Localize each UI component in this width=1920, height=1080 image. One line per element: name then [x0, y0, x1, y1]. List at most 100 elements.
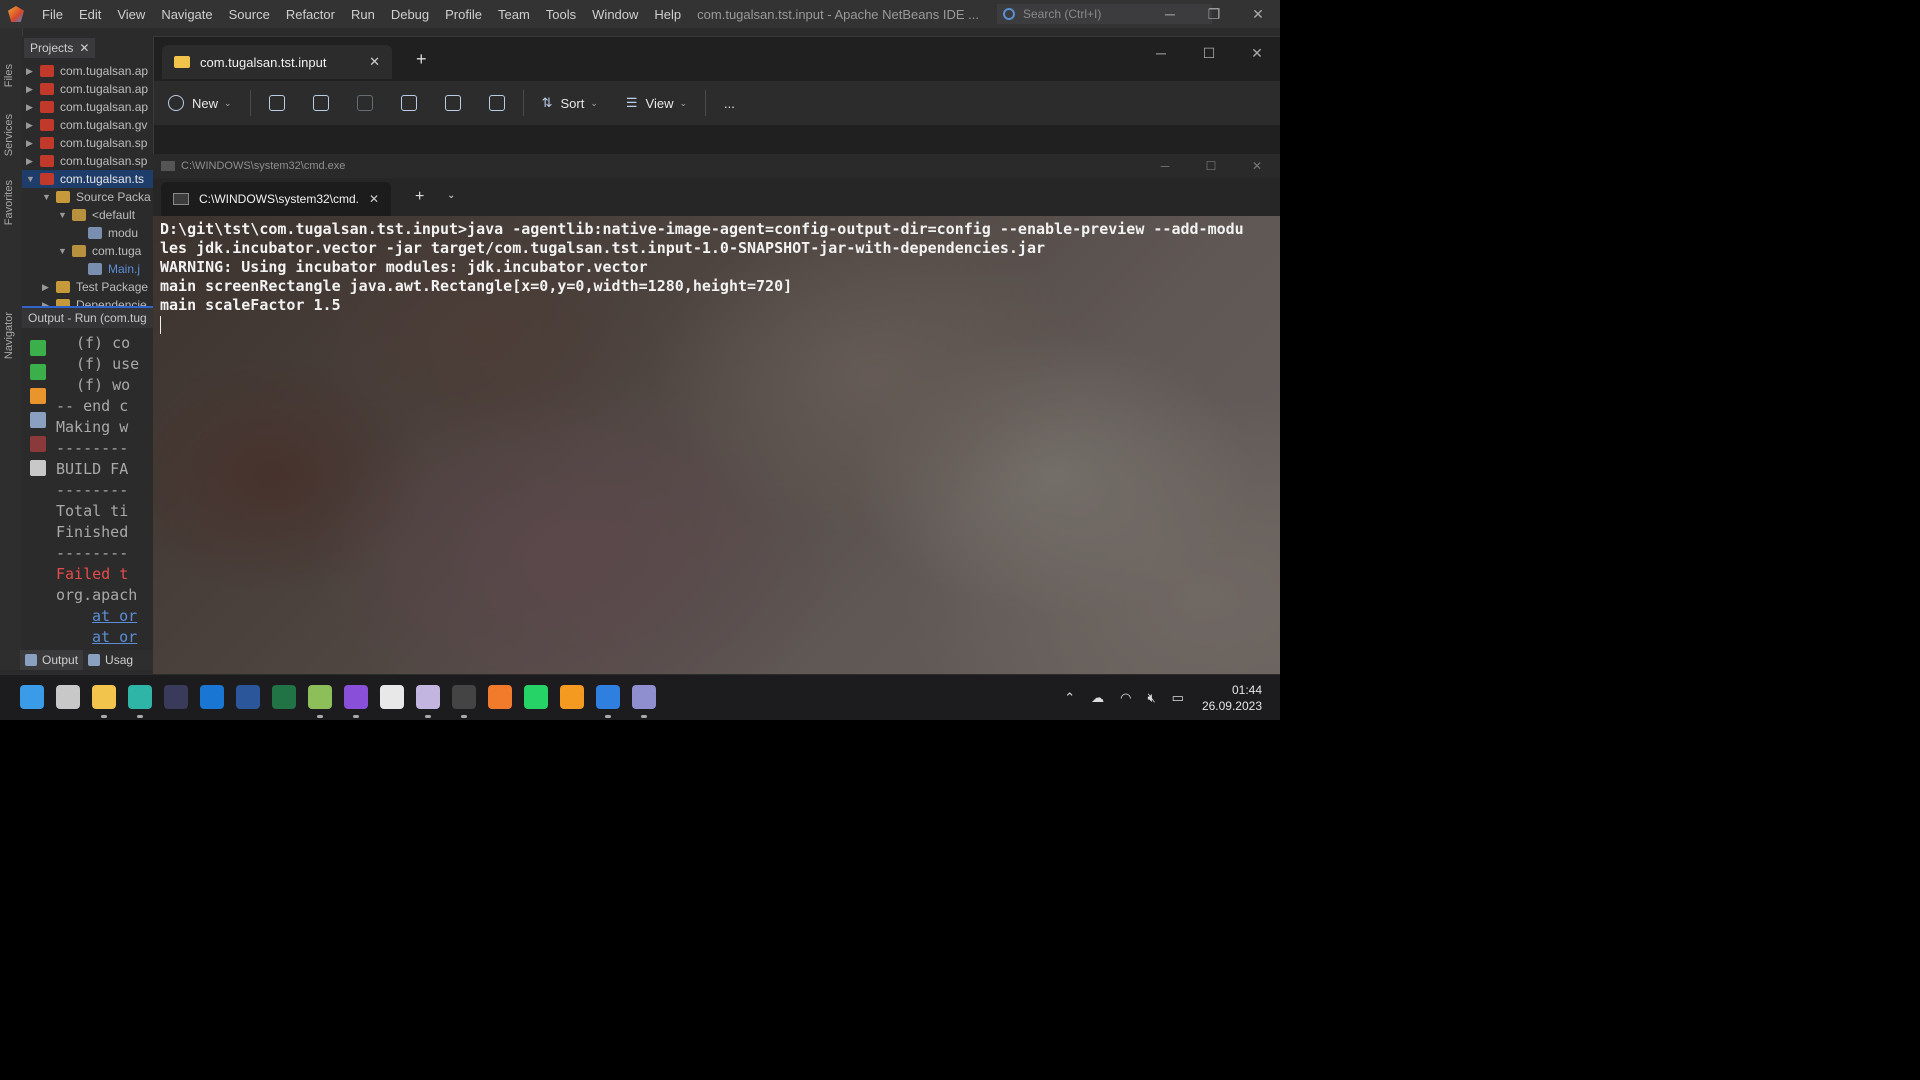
delete-button[interactable]: [475, 81, 519, 125]
project-icon: [40, 65, 54, 77]
tree-item[interactable]: ▶ com.tugalsan.ap: [26, 62, 148, 80]
cmd-icon: [173, 193, 189, 205]
terminal-content[interactable]: D:\git\tst\com.tugalsan.tst.input>java -…: [153, 216, 1280, 674]
menu-view[interactable]: View: [109, 7, 153, 22]
menu-run[interactable]: Run: [343, 7, 383, 22]
menu-profile[interactable]: Profile: [437, 7, 490, 22]
close-icon[interactable]: ✕: [79, 41, 89, 55]
menu-debug[interactable]: Debug: [383, 7, 437, 22]
close-button[interactable]: ✕: [1236, 0, 1280, 28]
side-tab-services[interactable]: Services: [3, 114, 15, 156]
tree-item[interactable]: ▶ com.tugalsan.sp: [26, 134, 147, 152]
edge-icon[interactable]: [128, 685, 152, 709]
tree-item[interactable]: ▶ com.tugalsan.gv: [26, 116, 147, 134]
chevron-up-icon[interactable]: ⌃: [1064, 690, 1075, 706]
tab-output[interactable]: Output: [20, 650, 84, 670]
close-button[interactable]: ✕: [1234, 154, 1280, 178]
menu-team[interactable]: Team: [490, 7, 538, 22]
clock[interactable]: 01:44 26.09.2023: [1202, 682, 1262, 714]
tree-item[interactable]: modu: [84, 224, 138, 242]
tools-icon[interactable]: [30, 460, 46, 476]
rerun-icon[interactable]: [30, 340, 46, 356]
netbeans-icon[interactable]: [416, 685, 440, 709]
minimize-panel-icon[interactable]: [0, 650, 20, 670]
cloud-icon[interactable]: ☁: [1091, 690, 1104, 706]
output-header[interactable]: Output - Run (com.tug: [22, 308, 157, 328]
excel-icon[interactable]: [272, 685, 296, 709]
calculator-icon[interactable]: [632, 685, 656, 709]
tree-item[interactable]: ▶ com.tugalsan.sp: [26, 152, 147, 170]
sort-button[interactable]: ⇅ Sort ⌄: [528, 81, 612, 125]
tree-item[interactable]: ▼ <default: [58, 206, 135, 224]
side-tab-files[interactable]: Files: [3, 64, 15, 87]
close-tab-icon[interactable]: ✕: [369, 54, 380, 70]
menu-window[interactable]: Window: [584, 7, 646, 22]
restore-button[interactable]: ❐: [1192, 0, 1236, 28]
paste-button[interactable]: [343, 81, 387, 125]
minimize-button[interactable]: ─: [1137, 37, 1185, 69]
tab-usages[interactable]: Usag: [83, 650, 138, 670]
new-tab-button[interactable]: +: [416, 49, 427, 70]
running-indicator: [101, 715, 107, 718]
menu-file[interactable]: File: [34, 7, 71, 22]
terminal-tab[interactable]: C:\WINDOWS\system32\cmd. ✕: [161, 182, 391, 216]
sublime-icon[interactable]: [560, 685, 584, 709]
camera-app-icon[interactable]: [164, 685, 188, 709]
tree-item[interactable]: ▶ com.tugalsan.ap: [26, 98, 148, 116]
tree-item[interactable]: ▶ Test Package: [42, 278, 148, 296]
side-tab-favorites[interactable]: Favorites: [3, 180, 15, 225]
step-icon[interactable]: [30, 388, 46, 404]
tab-projects[interactable]: Projects ✕: [24, 38, 96, 58]
share-button[interactable]: [431, 81, 475, 125]
close-tab-icon[interactable]: ✕: [369, 192, 379, 206]
menu-navigate[interactable]: Navigate: [153, 7, 220, 22]
notepad-icon[interactable]: [308, 685, 332, 709]
copy-button[interactable]: [299, 81, 343, 125]
menu-help[interactable]: Help: [646, 7, 689, 22]
todo-icon[interactable]: [596, 685, 620, 709]
outlook-icon[interactable]: [200, 685, 224, 709]
stacktrace-link[interactable]: at or: [92, 628, 137, 646]
github-desktop-icon[interactable]: [344, 685, 368, 709]
side-tab-navigator[interactable]: Navigator: [3, 312, 15, 359]
menu-source[interactable]: Source: [221, 7, 278, 22]
menu-tools[interactable]: Tools: [538, 7, 584, 22]
minimize-button[interactable]: ─: [1142, 154, 1188, 178]
chevron-down-icon[interactable]: ⌄: [447, 190, 455, 201]
whatsapp-icon[interactable]: [524, 685, 548, 709]
stop-icon[interactable]: [30, 436, 46, 452]
file-explorer-icon[interactable]: [92, 685, 116, 709]
close-button[interactable]: ✕: [1233, 37, 1280, 69]
tree-item[interactable]: ▼ com.tuga: [58, 242, 141, 260]
wifi-icon[interactable]: ◠: [1120, 690, 1131, 706]
cut-button[interactable]: [255, 81, 299, 125]
new-button[interactable]: New ⌄: [154, 81, 246, 125]
usages-icon: [88, 654, 101, 666]
maximize-button[interactable]: ☐: [1185, 37, 1233, 69]
more-options-button[interactable]: ...: [710, 81, 749, 125]
stacktrace-link[interactable]: at or: [92, 607, 137, 625]
settings-icon[interactable]: [30, 412, 46, 428]
menu-edit[interactable]: Edit: [71, 7, 109, 22]
tree-item[interactable]: ▼ Source Packa: [42, 188, 151, 206]
explorer-tab[interactable]: com.tugalsan.tst.input ✕: [162, 45, 392, 79]
task-view-icon[interactable]: [56, 685, 80, 709]
address-bar[interactable]: [154, 125, 1280, 157]
view-button[interactable]: ☰ View ⌄: [612, 81, 701, 125]
speaker-muted-icon[interactable]: 🔇︎: [1147, 690, 1155, 706]
new-tab-button[interactable]: +: [415, 188, 424, 206]
tree-item[interactable]: ▶ com.tugalsan.ap: [26, 80, 148, 98]
tree-item-selected[interactable]: ▼ com.tugalsan.ts: [22, 170, 157, 188]
maximize-button[interactable]: ☐: [1188, 154, 1234, 178]
menu-refactor[interactable]: Refactor: [278, 7, 343, 22]
start-button[interactable]: [20, 685, 44, 709]
terminal-icon[interactable]: [452, 685, 476, 709]
github-icon[interactable]: [380, 685, 404, 709]
rerun-with-args-icon[interactable]: [30, 364, 46, 380]
xampp-icon[interactable]: [488, 685, 512, 709]
battery-icon[interactable]: ▭: [1172, 690, 1184, 706]
minimize-button[interactable]: ─: [1148, 0, 1192, 28]
tree-item[interactable]: Main.j: [84, 260, 140, 278]
rename-button[interactable]: [387, 81, 431, 125]
word-icon[interactable]: [236, 685, 260, 709]
